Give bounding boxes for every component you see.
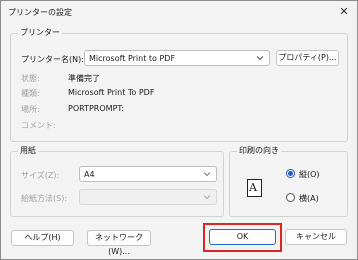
dialog-title: プリンターの設定 — [8, 8, 72, 17]
paper-group: 用紙 サイズ(Z): A4 給紙方法(S): — [10, 145, 224, 217]
type-value: Microsoft Print To PDF — [68, 88, 155, 97]
printer-group-label: プリンター — [18, 27, 62, 38]
paper-size-label: サイズ(Z): — [21, 171, 60, 180]
paper-size-value: A4 — [84, 170, 95, 179]
status-value: 準備完了 — [68, 74, 100, 83]
close-icon[interactable]: ✕ — [337, 5, 351, 19]
landscape-label[interactable]: 横(A) — [299, 193, 319, 204]
paper-group-label: 用紙 — [18, 145, 38, 156]
orientation-group: 印刷の向き A 縦(O) 横(A) — [229, 145, 348, 217]
printer-group: プリンター プリンター名(N): Microsoft Print to PDF … — [10, 27, 348, 142]
cancel-button[interactable]: キャンセル — [285, 229, 347, 245]
title-bar: プリンターの設定 ✕ — [1, 1, 357, 23]
help-button[interactable]: ヘルプ(H) — [11, 230, 74, 246]
portrait-radio[interactable] — [286, 169, 295, 178]
chevron-down-icon — [203, 172, 211, 177]
orientation-preview-icon: A — [247, 179, 262, 197]
paper-source-select[interactable] — [79, 189, 217, 205]
portrait-label[interactable]: 縦(O) — [299, 169, 320, 180]
printer-name-label: プリンター名(N): — [21, 55, 84, 64]
printer-name-value: Microsoft Print to PDF — [89, 54, 176, 63]
network-button[interactable]: ネットワーク(W)... — [87, 230, 151, 256]
chevron-down-icon — [203, 195, 211, 200]
orientation-group-label: 印刷の向き — [237, 145, 281, 156]
where-label: 場所: — [21, 105, 40, 114]
printer-name-select[interactable]: Microsoft Print to PDF — [84, 50, 270, 66]
orientation-letter: A — [249, 181, 257, 194]
paper-source-label: 給紙方法(S): — [21, 194, 68, 203]
comment-label: コメント: — [21, 121, 56, 130]
landscape-radio[interactable] — [286, 193, 295, 202]
properties-button[interactable]: プロパティ(P)... — [276, 50, 339, 66]
paper-size-select[interactable]: A4 — [79, 166, 217, 182]
ok-button[interactable]: OK — [209, 229, 276, 245]
type-label: 種類: — [21, 89, 40, 98]
where-value: PORTPROMPT: — [68, 104, 125, 113]
status-label: 状態: — [21, 74, 40, 83]
printer-setup-dialog: プリンターの設定 ✕ プリンター プリンター名(N): Microsoft Pr… — [0, 0, 358, 260]
chevron-down-icon — [256, 56, 264, 61]
